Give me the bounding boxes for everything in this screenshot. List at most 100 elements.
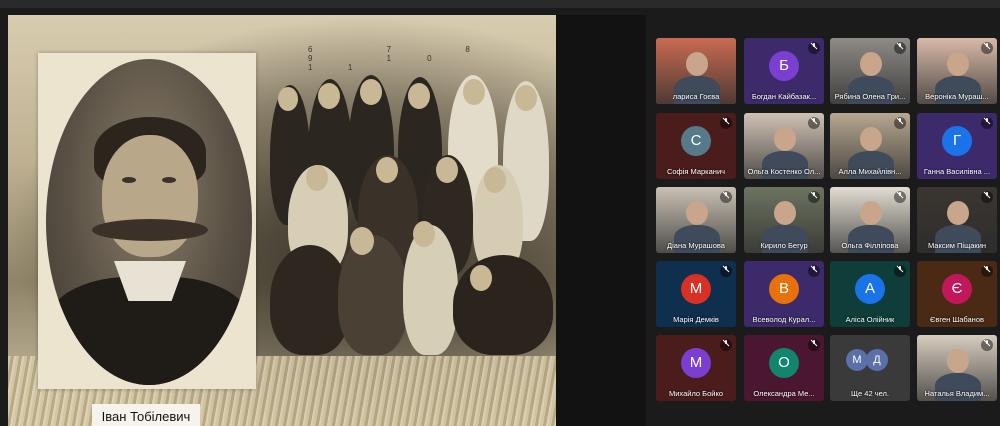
shared-screen-presentation: 6 7 8 9 10 11 Іван Тобілевич bbox=[8, 15, 556, 426]
photo-face bbox=[318, 83, 340, 109]
participant-tile[interactable]: Алла Михайлівн... bbox=[830, 113, 910, 179]
participant-tile[interactable]: Діана Мурашова bbox=[656, 187, 736, 253]
presentation-gap bbox=[556, 15, 646, 426]
more-participants-avatars: МД bbox=[846, 349, 894, 373]
mic-off-icon bbox=[981, 339, 993, 351]
mic-off-icon bbox=[808, 339, 820, 351]
participant-name: Софія Марканич bbox=[666, 167, 726, 176]
portrait-card bbox=[38, 53, 256, 389]
photo-face bbox=[413, 221, 435, 247]
participant-tile[interactable]: М Марія Демків bbox=[656, 261, 736, 327]
top-bar bbox=[0, 0, 1000, 8]
participant-name: Євген Шабанов bbox=[930, 315, 984, 324]
photo-face bbox=[470, 265, 492, 291]
mic-off-icon bbox=[981, 117, 993, 129]
mic-off-icon bbox=[894, 191, 906, 203]
participant-tile[interactable]: М Д Ще 42 чел. bbox=[830, 335, 910, 401]
portrait-caption: Іван Тобілевич bbox=[92, 404, 200, 426]
mic-off-icon bbox=[894, 265, 906, 277]
participant-tile[interactable]: Вероніка Мураш... bbox=[917, 38, 997, 104]
participant-name: Всеволод Курал... bbox=[752, 315, 816, 324]
participant-avatar: Б bbox=[769, 51, 799, 81]
photo-numbers: 6 7 8 9 10 11 bbox=[308, 45, 506, 72]
participant-name: Кирило Бегур bbox=[760, 241, 808, 250]
portrait-eye bbox=[122, 177, 136, 183]
participant-tile[interactable]: Кирило Бегур bbox=[744, 187, 824, 253]
portrait-moustache bbox=[92, 219, 208, 241]
participant-head bbox=[947, 349, 969, 373]
participant-name: Михайло Бойко bbox=[669, 389, 723, 398]
participant-head bbox=[774, 127, 796, 151]
participant-head bbox=[686, 52, 708, 76]
mic-off-icon bbox=[720, 117, 732, 129]
participant-tile[interactable]: Наталья Владим... bbox=[917, 335, 997, 401]
participant-tile[interactable]: М Михайло Бойко bbox=[656, 335, 736, 401]
participant-tile[interactable]: Є Євген Шабанов bbox=[917, 261, 997, 327]
participant-name: Ольга Філліпова bbox=[841, 241, 899, 250]
participant-head bbox=[860, 201, 882, 225]
participant-head bbox=[860, 127, 882, 151]
participant-name: Ольга Костенко Ол... bbox=[747, 167, 821, 176]
participant-tile[interactable]: Максим Піщакин bbox=[917, 187, 997, 253]
mic-off-icon bbox=[808, 42, 820, 54]
participant-avatar: Г bbox=[942, 126, 972, 156]
participant-head bbox=[774, 201, 796, 225]
participant-name: Алла Михайлівн... bbox=[838, 167, 902, 176]
photo-face bbox=[278, 87, 298, 111]
participant-tile[interactable]: лариса Гоєва bbox=[656, 38, 736, 104]
participant-head bbox=[947, 201, 969, 225]
portrait-oval bbox=[46, 59, 252, 385]
participant-name: Діана Мурашова bbox=[667, 241, 725, 250]
photo-face bbox=[360, 79, 382, 105]
mic-off-icon bbox=[808, 265, 820, 277]
participant-name: Ганна Василівна ... bbox=[923, 167, 991, 176]
photo-face bbox=[408, 83, 430, 109]
photo-face bbox=[350, 227, 374, 255]
participant-tile[interactable]: Ольга Філліпова bbox=[830, 187, 910, 253]
photo-figure bbox=[338, 235, 408, 355]
mic-off-icon bbox=[720, 339, 732, 351]
mic-off-icon bbox=[981, 265, 993, 277]
participant-avatar: В bbox=[769, 274, 799, 304]
participant-name: Богдан Кайбазак... bbox=[751, 92, 817, 101]
participant-tile[interactable]: Б Богдан Кайбазак... bbox=[744, 38, 824, 104]
participant-avatar: С bbox=[681, 126, 711, 156]
participant-tile[interactable]: Рябина Олена Гри... bbox=[830, 38, 910, 104]
participant-name: Рябина Олена Гри... bbox=[834, 92, 906, 101]
participant-tile[interactable]: А Аліса Олійник bbox=[830, 261, 910, 327]
participant-avatar: О bbox=[769, 348, 799, 378]
participant-name: Максим Піщакин bbox=[927, 241, 987, 250]
mic-off-icon bbox=[981, 42, 993, 54]
participant-avatar: А bbox=[855, 274, 885, 304]
participant-name: Вероніка Мураш... bbox=[925, 92, 989, 101]
participant-tile[interactable]: Ольга Костенко Ол... bbox=[744, 113, 824, 179]
participant-name: Олександра Ме... bbox=[753, 389, 815, 398]
participant-name: Марія Демків bbox=[673, 315, 719, 324]
photo-face bbox=[463, 79, 485, 105]
participant-name: Аліса Олійник bbox=[845, 315, 895, 324]
participant-tile[interactable]: С Софія Марканич bbox=[656, 113, 736, 179]
participant-head bbox=[947, 52, 969, 76]
photo-face bbox=[436, 157, 458, 183]
participant-head bbox=[860, 52, 882, 76]
photo-face bbox=[515, 85, 537, 111]
mic-off-icon bbox=[894, 117, 906, 129]
photo-face bbox=[376, 157, 398, 183]
mic-off-icon bbox=[981, 191, 993, 203]
participant-name: лариса Гоєва bbox=[672, 92, 720, 101]
participant-tile[interactable]: О Олександра Ме... bbox=[744, 335, 824, 401]
more-participant-avatar: Д bbox=[866, 349, 888, 371]
portrait-eye bbox=[162, 177, 176, 183]
participant-avatar: Є bbox=[942, 274, 972, 304]
mic-off-icon bbox=[808, 117, 820, 129]
participant-avatar: М bbox=[681, 348, 711, 378]
participant-tile[interactable]: Г Ганна Василівна ... bbox=[917, 113, 997, 179]
participant-tile[interactable]: В Всеволод Курал... bbox=[744, 261, 824, 327]
participant-name: Ще 42 чел. bbox=[850, 389, 889, 398]
mic-off-icon bbox=[720, 265, 732, 277]
more-participant-avatar: М bbox=[846, 349, 868, 371]
participant-name: Наталья Владим... bbox=[924, 389, 990, 398]
participant-head bbox=[686, 201, 708, 225]
photo-figure bbox=[453, 255, 553, 355]
mic-off-icon bbox=[808, 191, 820, 203]
